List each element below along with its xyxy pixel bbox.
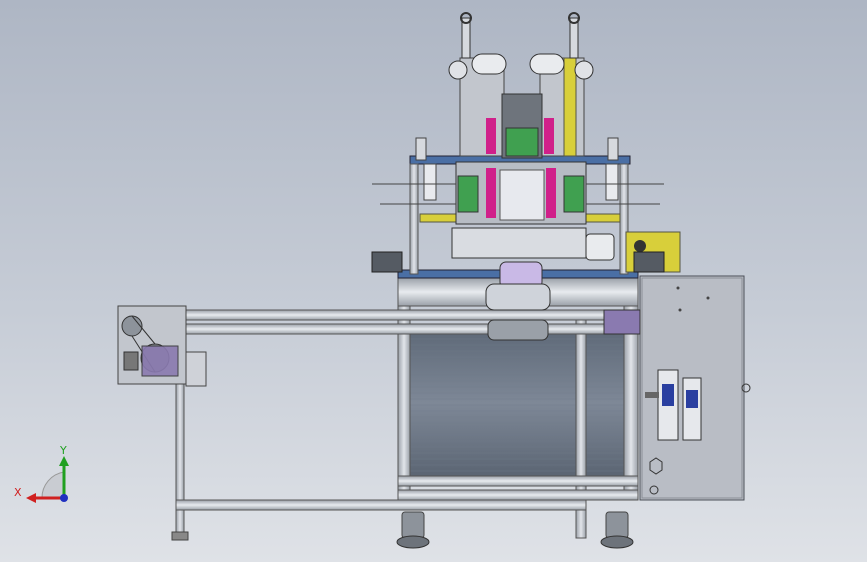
ultrasonic-bar	[451, 227, 587, 259]
x-axis-label: X	[14, 486, 22, 499]
z-axis-dot	[60, 494, 68, 502]
y-axis-label: Y	[59, 444, 67, 457]
caster-left	[396, 511, 430, 549]
cad-viewport[interactable]: Y X	[0, 0, 867, 562]
coordinate-triad[interactable]: Y X	[14, 444, 69, 503]
electrical-cabinet	[639, 275, 751, 501]
caster-right	[600, 511, 634, 549]
motor-unit	[141, 345, 179, 377]
